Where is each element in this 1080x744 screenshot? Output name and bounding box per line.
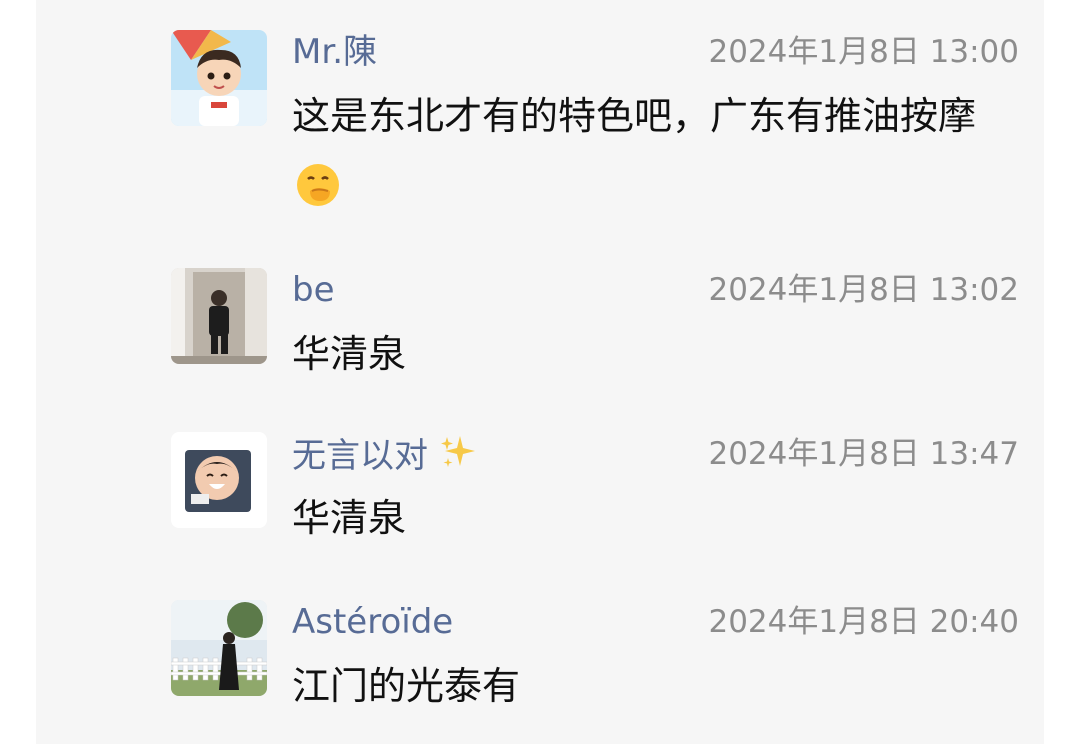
comment-timestamp: 2024年1月8日 20:40 xyxy=(708,604,1019,640)
avatar[interactable] xyxy=(171,432,267,528)
commenter-name[interactable]: Mr.陳 xyxy=(292,30,377,74)
comment-text: 江门的光泰有 xyxy=(292,664,521,708)
comment-timestamp: 2024年1月8日 13:47 xyxy=(708,436,1019,472)
comment-text: 华清泉 xyxy=(292,496,407,540)
comment-text-content: 这是东北才有的特色吧，广东有推油按摩 xyxy=(292,94,977,138)
commenter-name-text: 无言以对 xyxy=(292,436,428,476)
comment-item: 无言以对 2024年1月8日 13:47 华清泉 xyxy=(171,432,1051,552)
comment-timestamp: 2024年1月8日 13:02 xyxy=(708,272,1019,308)
commenter-name[interactable]: be xyxy=(292,268,335,312)
comment-item: Mr.陳 2024年1月8日 13:00 这是东北才有的特色吧，广东有推油按摩 xyxy=(171,30,1051,230)
avatar[interactable] xyxy=(171,30,267,126)
comment-text: 这是东北才有的特色吧，广东有推油按摩 xyxy=(292,80,1022,224)
comment-list: Mr.陳 2024年1月8日 13:00 这是东北才有的特色吧，广东有推油按摩 … xyxy=(36,0,1044,744)
comment-item: be 2024年1月8日 13:02 华清泉 xyxy=(171,268,1051,388)
commenter-name[interactable]: 无言以对 xyxy=(292,432,478,478)
sparkles-icon xyxy=(438,432,478,472)
comment-item: Astéroïde 2024年1月8日 20:40 江门的光泰有 xyxy=(171,600,1051,720)
comment-timestamp: 2024年1月8日 13:00 xyxy=(708,34,1019,70)
hand-over-mouth-emoji-icon xyxy=(294,160,342,208)
avatar[interactable] xyxy=(171,600,267,696)
avatar[interactable] xyxy=(171,268,267,364)
commenter-name[interactable]: Astéroïde xyxy=(292,600,453,644)
comment-text: 华清泉 xyxy=(292,332,407,376)
